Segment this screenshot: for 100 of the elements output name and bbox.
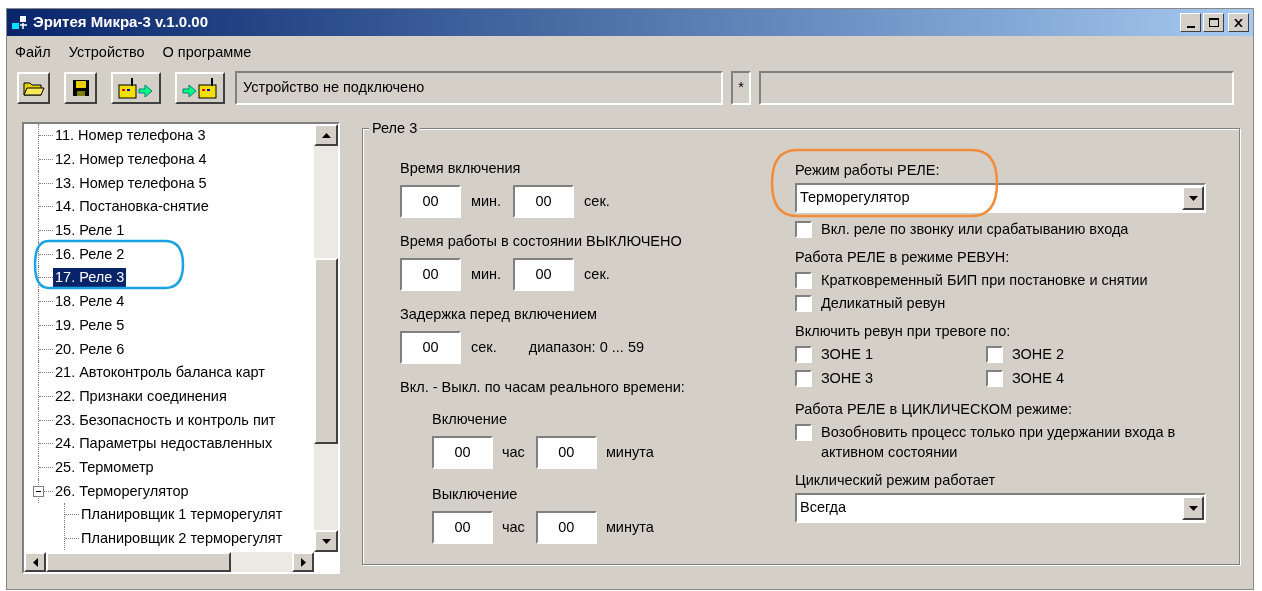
checkbox[interactable]: [795, 295, 812, 312]
maximize-icon: [1208, 18, 1219, 27]
open-button[interactable]: [17, 72, 50, 104]
scroll-left-button[interactable]: [24, 552, 46, 572]
tree-item[interactable]: 16. Реле 2: [53, 244, 127, 264]
tree-item[interactable]: 11. Номер телефона 3: [53, 126, 208, 146]
section-label: Включить ревун при тревоге по:: [795, 322, 1012, 340]
read-device-button[interactable]: [111, 72, 161, 104]
checkbox[interactable]: [986, 346, 1003, 363]
section-label: Выключение: [432, 485, 519, 503]
dropdown-arrow-icon: [1188, 195, 1198, 201]
tree-item[interactable]: 17. Реле 3: [53, 268, 127, 288]
unit-label: сек.: [471, 337, 497, 357]
vertical-scrollbar[interactable]: [314, 124, 338, 552]
tree-item[interactable]: 19. Реле 5: [53, 315, 127, 335]
tree-item[interactable]: Планировщик 1 терморегулят: [79, 505, 285, 525]
close-icon: [1234, 18, 1243, 27]
status-text: Устройство не подключено: [243, 78, 425, 98]
scroll-right-button[interactable]: [292, 552, 314, 572]
up-arrow-icon: [321, 132, 331, 138]
scroll-down-button[interactable]: [314, 530, 338, 552]
checkbox[interactable]: [795, 424, 812, 441]
tree-item[interactable]: 12. Номер телефона 4: [53, 150, 209, 170]
dropdown-value: Всегда: [799, 498, 848, 518]
dropdown[interactable]: Всегда: [795, 493, 1206, 523]
unit-label: час: [502, 517, 525, 537]
tree-item[interactable]: 15. Реле 1: [53, 221, 127, 241]
time-field[interactable]: 00: [432, 511, 493, 544]
tree-item[interactable]: 13. Номер телефона 5: [53, 173, 209, 193]
dropdown-value: Терморегулятор: [799, 188, 911, 208]
checkbox[interactable]: [795, 221, 812, 238]
checkbox-label: Возобновить процесс только при удержании входа в активном состоянии: [821, 423, 1177, 462]
window-title: Эритея Микра-3 v.1.0.00: [33, 12, 208, 33]
unit-label: мин.: [471, 264, 502, 284]
time-field[interactable]: 00: [535, 436, 597, 469]
arrow-device-icon: [181, 77, 219, 99]
minimize-button[interactable]: [1180, 13, 1201, 32]
checkbox-label: Деликатный ревун: [821, 294, 946, 313]
menu-item[interactable]: Файл: [15, 42, 51, 62]
unit-label: минута: [605, 517, 654, 537]
tree-item[interactable]: 24. Параметры недоставленных: [53, 434, 275, 454]
horizontal-scrollbar[interactable]: [24, 552, 314, 572]
scroll-thumb[interactable]: [314, 258, 338, 444]
menu-item[interactable]: О программе: [162, 42, 252, 62]
dropdown[interactable]: Терморегулятор: [795, 183, 1206, 213]
checkbox-label: ЗОНЕ 1: [821, 345, 874, 364]
checkbox-label: ЗОНЕ 2: [1012, 345, 1065, 364]
checkbox[interactable]: [795, 370, 812, 387]
checkbox-label: Вкл. реле по звонку или срабатыванию входа: [821, 220, 1129, 239]
down-arrow-icon: [321, 538, 331, 544]
checkbox[interactable]: [795, 272, 812, 289]
checkbox[interactable]: [986, 370, 1003, 387]
tree-item[interactable]: 18. Реле 4: [53, 292, 127, 312]
right-arrow-icon: [300, 557, 306, 567]
section-label: Включение: [432, 410, 508, 428]
tree-item[interactable]: 23. Безопасность и контроль пит: [53, 410, 278, 430]
tree-item[interactable]: 25. Термометр: [53, 457, 156, 477]
tree-item[interactable]: Планировщик 2 терморегулят: [79, 529, 285, 549]
checkbox-label: Кратковременный БИП при постановке и снятии: [821, 271, 1148, 290]
menu-item[interactable]: Устройство: [68, 42, 145, 62]
folder-icon: [22, 79, 45, 97]
time-field[interactable]: 00: [432, 436, 493, 469]
time-field[interactable]: 00: [400, 331, 461, 364]
time-field[interactable]: 00: [513, 185, 575, 218]
collapse-toggle[interactable]: [33, 485, 44, 497]
time-field[interactable]: 00: [513, 258, 575, 291]
left-arrow-icon: [32, 557, 38, 567]
section-label: Циклический режим работает: [795, 471, 997, 489]
section-label: Время включения: [400, 159, 522, 177]
app-icon: [11, 14, 29, 31]
dropdown-button[interactable]: [1182, 186, 1204, 210]
tree-item[interactable]: 20. Реле 6: [53, 339, 127, 359]
unit-label: сек.: [584, 264, 610, 284]
dropdown-arrow-icon: [1188, 505, 1198, 511]
write-device-button[interactable]: [175, 72, 225, 104]
marker-text: *: [738, 78, 744, 98]
checkbox-label: ЗОНЕ 4: [1012, 369, 1065, 388]
scroll-up-button[interactable]: [314, 124, 338, 146]
minimize-icon: [1186, 26, 1195, 28]
section-label: Работа РЕЛЕ в режиме РЕВУН:: [795, 248, 1011, 266]
checkbox[interactable]: [795, 346, 812, 363]
unit-label: мин.: [471, 191, 502, 211]
save-button[interactable]: [64, 72, 97, 104]
section-label: Работа РЕЛЕ в ЦИКЛИЧЕСКОМ режиме:: [795, 400, 1073, 418]
dropdown-button[interactable]: [1182, 496, 1204, 520]
scroll-thumb[interactable]: [46, 552, 231, 572]
checkbox-label: ЗОНЕ 3: [821, 369, 874, 388]
device-arrow-icon: [117, 77, 155, 99]
time-field[interactable]: 00: [400, 258, 461, 291]
tree-item[interactable]: 21. Автоконтроль баланса карт: [53, 363, 267, 383]
section-label: Вкл. - Выкл. по часам реального времени:: [400, 378, 686, 396]
time-field[interactable]: 00: [535, 511, 597, 544]
maximize-button[interactable]: [1203, 13, 1224, 32]
range-note: диапазон: 0 ... 59: [528, 337, 644, 357]
tree-item[interactable]: 14. Постановка-снятие: [53, 197, 211, 217]
tree-item[interactable]: 26. Терморегулятор: [53, 481, 191, 501]
close-button[interactable]: [1228, 13, 1249, 32]
time-field[interactable]: 00: [400, 185, 461, 218]
section-label: Режим работы РЕЛЕ:: [795, 161, 941, 179]
tree-item[interactable]: 22. Признаки соединения: [53, 386, 229, 406]
